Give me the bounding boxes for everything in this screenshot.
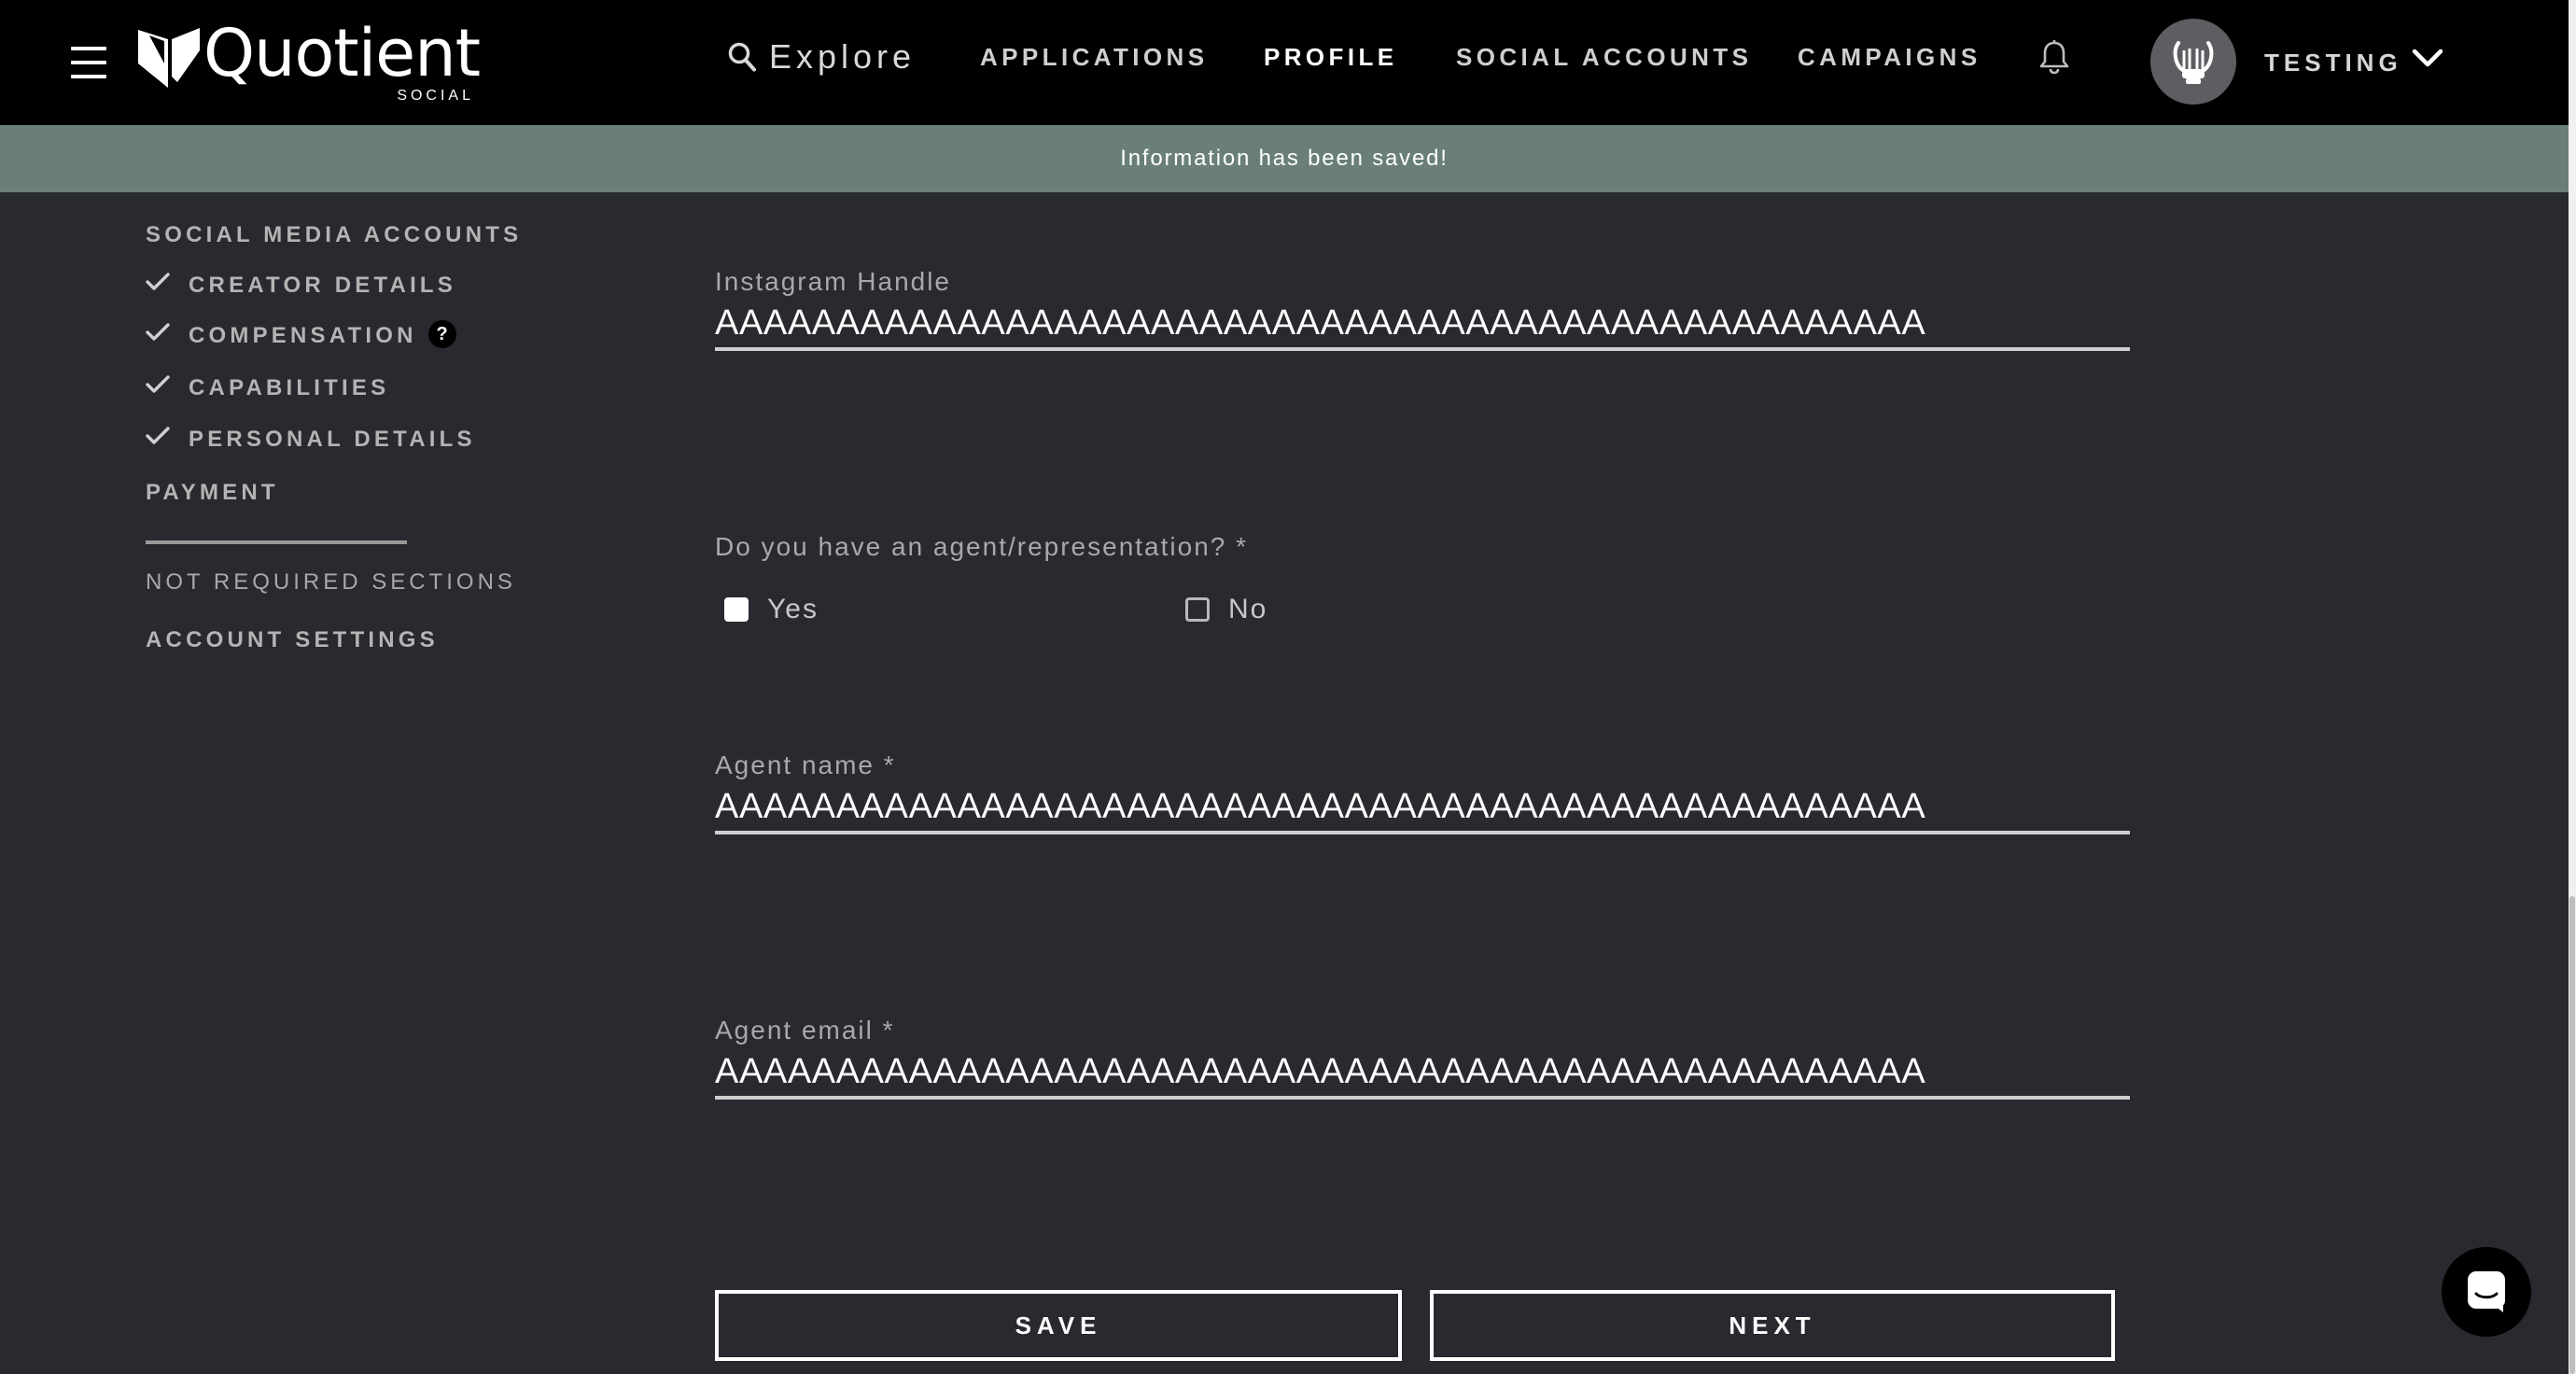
search-icon — [728, 42, 756, 72]
agent-email-label: Agent email * — [715, 1016, 895, 1045]
instagram-handle-input[interactable] — [715, 299, 2130, 351]
lyre-avatar-icon — [2173, 41, 2214, 84]
sidebar-item-label: PERSONAL DETAILS — [189, 427, 476, 452]
sidebar-item-creator-details[interactable]: CREATOR DETAILS — [146, 273, 456, 299]
sidebar-item-label: CREATOR DETAILS — [189, 273, 457, 298]
avatar[interactable] — [2150, 19, 2236, 105]
explore-search[interactable]: Explore — [728, 34, 916, 80]
next-button[interactable]: NEXT — [1430, 1290, 2115, 1361]
nav-campaigns[interactable]: CAMPAIGNS — [1798, 43, 1981, 72]
check-icon — [146, 375, 170, 393]
not-required-heading: NOT REQUIRED SECTIONS — [146, 569, 516, 595]
nav-applications[interactable]: APPLICATIONS — [980, 43, 1208, 72]
top-navigation-bar: Quotient SOCIAL Explore APPLICATIONS PRO… — [0, 0, 2569, 125]
agent-email-input[interactable] — [715, 1047, 2130, 1100]
sidebar-divider — [146, 540, 407, 544]
check-icon — [146, 273, 170, 290]
scrollbar-thumb[interactable] — [2569, 896, 2575, 1374]
check-icon — [146, 427, 170, 444]
agent-yes-option[interactable]: Yes — [724, 594, 819, 625]
sidebar-item-label: PAYMENT — [146, 480, 279, 505]
user-name[interactable]: TESTING — [2264, 49, 2402, 77]
yes-label: Yes — [767, 594, 819, 624]
sidebar-item-account-settings[interactable]: ACCOUNT SETTINGS — [146, 627, 439, 653]
sidebar-item-capabilities[interactable]: CAPABILITIES — [146, 375, 389, 401]
nav-profile[interactable]: PROFILE — [1264, 43, 1397, 72]
saved-notification-banner: Information has been saved! — [0, 125, 2569, 192]
chat-icon — [2468, 1271, 2505, 1312]
nav-social-accounts[interactable]: SOCIAL ACCOUNTS — [1456, 43, 1752, 72]
sidebar-item-label: COMPENSATION — [189, 323, 417, 348]
agent-name-label: Agent name * — [715, 750, 896, 779]
brand-subtitle: SOCIAL — [397, 88, 474, 104]
chat-launcher-button[interactable] — [2442, 1247, 2531, 1337]
sidebar-item-label: ACCOUNT SETTINGS — [146, 627, 439, 652]
saved-message: Information has been saved! — [1120, 146, 1449, 171]
sidebar-item-compensation[interactable]: COMPENSATION ? — [146, 320, 456, 349]
agent-no-option[interactable]: No — [1185, 594, 1267, 625]
instagram-handle-label: Instagram Handle — [715, 267, 952, 296]
bell-icon[interactable] — [2038, 39, 2070, 75]
menu-icon[interactable] — [71, 47, 106, 78]
no-label: No — [1228, 594, 1268, 624]
quotient-logo[interactable]: Quotient SOCIAL — [136, 15, 483, 108]
check-icon — [146, 323, 170, 341]
brand-name: Quotient — [203, 15, 481, 91]
save-button[interactable]: SAVE — [715, 1290, 1402, 1361]
help-icon[interactable]: ? — [427, 320, 456, 348]
chevron-down-icon[interactable] — [2412, 47, 2443, 69]
sidebar-item-social-media-accounts[interactable]: SOCIAL MEDIA ACCOUNTS — [146, 222, 522, 248]
sidebar-item-label: SOCIAL MEDIA ACCOUNTS — [146, 222, 523, 247]
yes-checkbox[interactable] — [724, 597, 749, 622]
agent-question-label: Do you have an agent/representation? * — [715, 532, 1249, 561]
sidebar-item-payment[interactable]: PAYMENT — [146, 480, 279, 506]
sidebar-item-label: CAPABILITIES — [189, 375, 390, 400]
sidebar-item-personal-details[interactable]: PERSONAL DETAILS — [146, 427, 476, 453]
no-checkbox[interactable] — [1185, 597, 1210, 622]
agent-name-input[interactable] — [715, 782, 2130, 834]
explore-label: Explore — [769, 37, 917, 76]
quotient-shield-icon — [138, 28, 200, 88]
